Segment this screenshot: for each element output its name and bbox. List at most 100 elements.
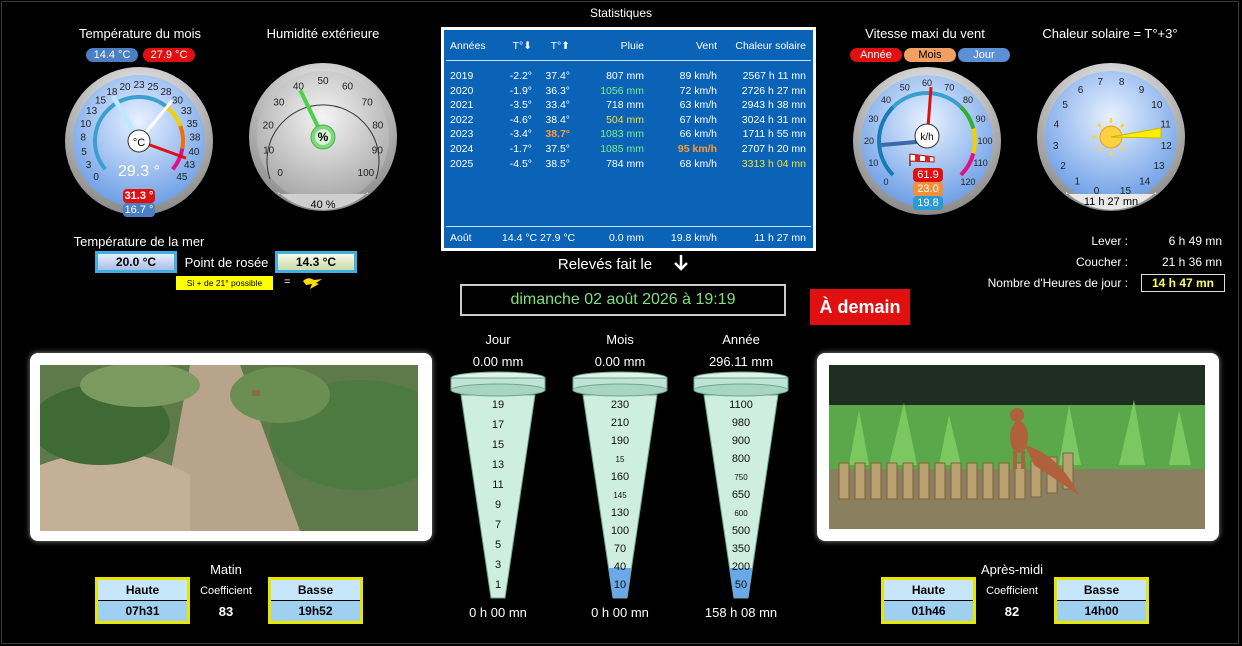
gauge-tick-label: 7 (1098, 77, 1104, 88)
sunset-value: 21 h 36 mn (1161, 255, 1222, 269)
gauge-tick-label: 80 (372, 120, 384, 131)
stats-cell: 38.7° (545, 128, 570, 141)
humidity-value: 40 % (310, 199, 335, 211)
sea-temp-value: 20.0 °C (95, 251, 177, 273)
rain-scale-label: 1 (495, 579, 501, 591)
morning-photo (40, 365, 418, 531)
rain-scale-label: 100 (611, 525, 629, 537)
gauge-tick-label: 12 (1161, 141, 1173, 152)
gauge-tick-label: 30 (273, 98, 285, 109)
gauge-tick-label: 80 (963, 95, 973, 105)
stats-cell: -2.2° (509, 70, 532, 82)
rain-scale-label: 40 (614, 561, 626, 573)
gauge-tick-label: 45 (176, 172, 188, 183)
gauge-tick-label: 100 (358, 168, 375, 179)
wind-tab-day[interactable]: Jour (958, 48, 1010, 62)
tomorrow-button[interactable]: À demain (810, 289, 910, 325)
morning-coef-value: 83 (218, 604, 234, 619)
stats-cell: 807 mm (606, 70, 644, 82)
afternoon-photo-frame (817, 353, 1219, 541)
rain-scale-label: 500 (732, 525, 750, 537)
rain-scale-label: 200 (732, 561, 750, 573)
stats-cell: 2707 h 20 mn (741, 143, 806, 155)
rain-gauge-tube: 1100 980 900 800 750 650 600 500 350 200 50 (693, 371, 789, 599)
rain-scale-label: 650 (732, 489, 750, 501)
wind-month-max: 23.0 (913, 182, 943, 196)
stats-cell: 33.4° (545, 99, 570, 112)
gauge-tick-label: 4 (1054, 119, 1060, 130)
rain-scale-label: 70 (614, 543, 626, 555)
gauge-tick-label: 13 (1153, 161, 1165, 172)
gauge-tick-label: 110 (973, 158, 987, 168)
gauge-tick-label: 10 (263, 146, 275, 157)
stats-cell: -4.6° (509, 113, 532, 126)
gauge-tick-label: 20 (864, 136, 874, 146)
stats-cell: 784 mm (606, 157, 644, 170)
stats-cell: 95 km/h (677, 143, 717, 155)
stats-cell: 63 km/h (679, 99, 717, 112)
lightning-cloud-icon (303, 278, 322, 289)
stats-cell: 1711 h 55 mn (742, 128, 806, 141)
rain-scale-label: 800 (732, 453, 750, 465)
daylight-label: Nombre d'Heures de jour : (987, 276, 1128, 290)
stats-cell: 718 mm (606, 99, 644, 112)
afternoon-photo (829, 365, 1205, 529)
stats-cell: 2023 (450, 128, 474, 141)
rain-gauge-value: 0.00 mm (472, 354, 524, 369)
temp-unit: °C (133, 137, 145, 149)
rain-scale-label: 19 (492, 399, 504, 411)
stats-cell: 2019 (450, 70, 474, 82)
gauge-tick-label: 5 (81, 147, 87, 158)
gauge-tick-label: 2 (1060, 161, 1066, 172)
gauge-tick-label: 70 (362, 98, 374, 109)
reading-datetime: dimanche 02 août 2026 à 19:19 (460, 284, 786, 316)
afternoon-high-label: Haute (884, 580, 973, 601)
stats-cell: 2021 (450, 99, 474, 112)
rain-gauge-tube: 19 17 15 13 11 9 7 5 3 1 (450, 371, 546, 599)
rain-gauge-duration: 0 h 00 mn (591, 605, 649, 620)
stats-cell: 3313 h 04 mn (741, 157, 806, 170)
stats-cell: -1.9° (509, 84, 532, 97)
stats-cell: -3.5° (509, 99, 532, 112)
rain-gauge-value: 0.00 mm (594, 354, 646, 369)
stats-cell: -3.4° (509, 128, 532, 141)
gauge-tick-label: 50 (900, 82, 910, 92)
dew-note: Si + de 21° possible (176, 276, 273, 290)
morning-photo-frame (30, 353, 432, 541)
gauge-tick-label: 20 (263, 120, 275, 131)
morning-high-time: 07h31 (125, 604, 160, 618)
afternoon-coef-value: 82 (1004, 604, 1020, 619)
gauge-tick-label: 18 (106, 87, 118, 98)
rain-scale-label: 15 (492, 439, 504, 451)
rain-scale-label: 750 (734, 473, 748, 482)
wind-day-max: 19.8 (913, 196, 943, 210)
gauge-tick-label: 6 (1078, 85, 1084, 96)
gauge-tick-label: 50 (317, 76, 329, 87)
rain-scale-label: 190 (611, 435, 629, 447)
wind-tab-year[interactable]: Année (850, 48, 902, 62)
gauge-tick-label: 0 (93, 172, 99, 183)
stats-cell: 66 km/h (679, 128, 717, 141)
gauge-tick-label: 30 (868, 114, 878, 124)
gauge-tick-label: 23 (133, 80, 145, 91)
afternoon-high-tide: Haute 01h46 (881, 577, 976, 624)
gauge-tick-label: 28 (160, 87, 172, 98)
rain-scale-label: 130 (611, 507, 629, 519)
temp-value: 29.3 ° (118, 163, 160, 180)
stats-header-cell: Vent (695, 40, 717, 52)
afternoon-high-time: 01h46 (911, 604, 946, 618)
stats-footer-cell: 11 h 27 mn (754, 232, 806, 244)
wind-tab-month[interactable]: Mois (904, 48, 956, 62)
rain-scale-label: 210 (611, 417, 629, 429)
gauge-tick-label: 70 (944, 82, 954, 92)
sunset-label: Coucher : (1075, 255, 1128, 269)
stats-header-cell: T°⬆ (550, 40, 570, 52)
gauge-tick-label: 3 (1053, 141, 1059, 152)
gauge-tick-label: 60 (922, 78, 932, 88)
gauge-tick-label: 15 (95, 95, 107, 106)
rain-scale-label: 350 (732, 543, 750, 555)
rain-scale-label: 7 (495, 519, 501, 531)
stats-footer-cell: 19.8 km/h (670, 232, 717, 244)
stats-cell: 3024 h 31 mn (741, 113, 806, 126)
rain-scale-label: 50 (735, 579, 747, 591)
